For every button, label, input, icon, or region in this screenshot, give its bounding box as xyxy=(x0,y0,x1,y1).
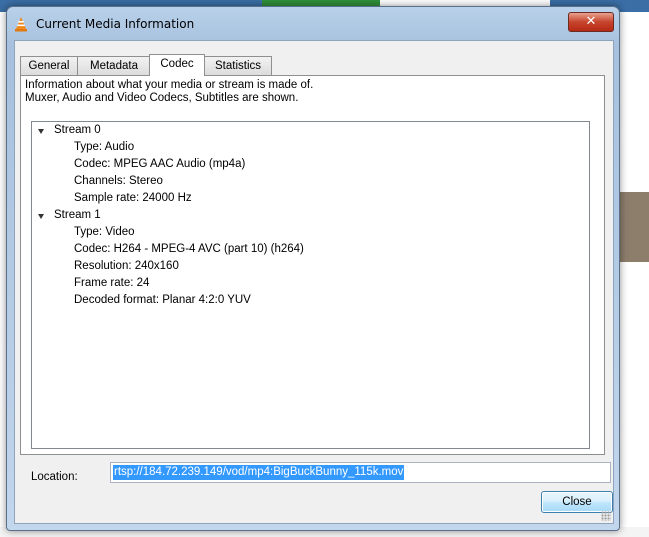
media-info-dialog: Current Media Information ✕ General Meta… xyxy=(6,6,620,531)
location-value[interactable]: rtsp://184.72.239.149/vod/mp4:BigBuckBun… xyxy=(113,465,405,480)
tree-property[interactable]: Frame rate: 24 xyxy=(74,275,149,292)
tree-property[interactable]: Type: Audio xyxy=(74,139,134,156)
tree-property[interactable]: Type: Video xyxy=(74,224,135,241)
resize-grip-icon[interactable] xyxy=(601,511,611,521)
window-title: Current Media Information xyxy=(36,17,195,31)
tree-property[interactable]: Resolution: 240x160 xyxy=(74,258,179,275)
codec-tab-panel: Information about what your media or str… xyxy=(20,75,605,455)
location-label: Location: xyxy=(31,471,78,483)
close-icon: ✕ xyxy=(585,14,597,29)
title-bar[interactable]: Current Media Information ✕ xyxy=(7,7,619,37)
tree-property[interactable]: Sample rate: 24000 Hz xyxy=(74,190,192,207)
window-close-button[interactable]: ✕ xyxy=(568,12,614,32)
vlc-cone-icon xyxy=(15,17,27,32)
tab-metadata[interactable]: Metadata xyxy=(77,56,151,75)
tree-property[interactable]: Decoded format: Planar 4:2:0 YUV xyxy=(74,292,251,309)
tab-general[interactable]: General xyxy=(20,56,78,75)
tree-item-stream-1[interactable]: Stream 1 xyxy=(54,207,101,224)
tab-statistics[interactable]: Statistics xyxy=(204,56,272,75)
codec-description: Information about what your media or str… xyxy=(25,79,313,105)
tree-property[interactable]: Codec: H264 - MPEG-4 AVC (part 10) (h264… xyxy=(74,241,304,258)
expand-arrow-icon[interactable] xyxy=(38,129,44,134)
dialog-client-area: General Metadata Codec Statistics Inform… xyxy=(14,40,614,524)
background-right-window xyxy=(618,12,649,537)
expand-arrow-icon[interactable] xyxy=(38,214,44,219)
codec-tree[interactable]: Stream 0 Type: Audio Codec: MPEG AAC Aud… xyxy=(31,121,590,449)
location-field[interactable]: rtsp://184.72.239.149/vod/mp4:BigBuckBun… xyxy=(110,462,611,483)
background-image-fragment xyxy=(618,192,649,262)
close-button[interactable]: Close xyxy=(541,491,613,513)
tree-property[interactable]: Channels: Stereo xyxy=(74,173,163,190)
tree-item-stream-0[interactable]: Stream 0 xyxy=(54,122,101,139)
description-line: Information about what your media or str… xyxy=(25,79,314,91)
description-line: Muxer, Audio and Video Codecs, Subtitles… xyxy=(25,92,299,104)
tab-codec[interactable]: Codec xyxy=(149,54,205,76)
tree-property[interactable]: Codec: MPEG AAC Audio (mp4a) xyxy=(74,156,245,173)
